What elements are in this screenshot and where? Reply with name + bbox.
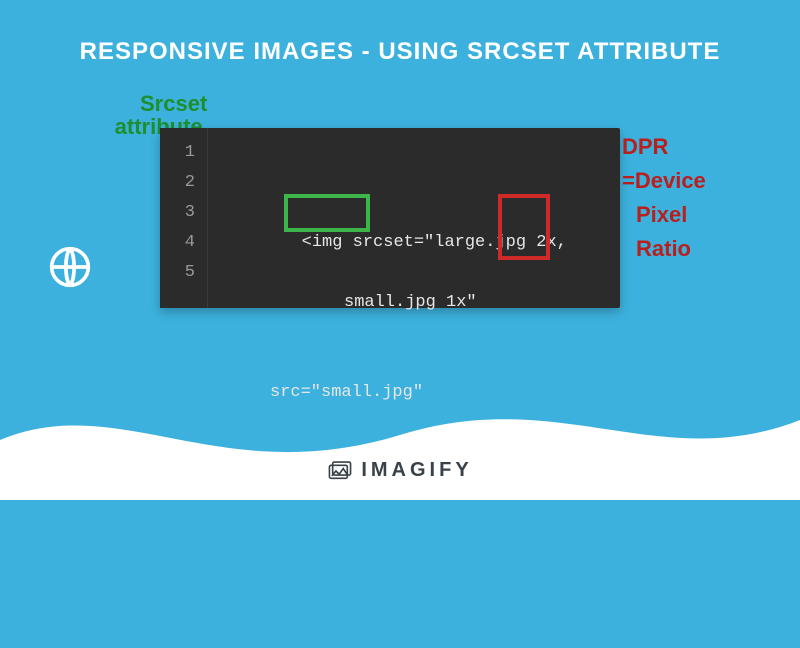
brand-footer: IMAGIFY	[0, 459, 800, 482]
code-line-5	[220, 558, 608, 588]
line-number: 2	[160, 168, 195, 198]
page-title: RESPONSIVE IMAGES - USING SRCSET ATTRIBU…	[0, 0, 800, 66]
bottom-wave	[0, 380, 800, 500]
dpr-label-line2: =Device	[622, 164, 706, 198]
code-line-2: small.jpg 1x"	[220, 288, 608, 318]
srcset-highlight-box	[284, 194, 370, 232]
dpr-label: DPR =Device Pixel Ratio	[622, 130, 706, 266]
dpr-label-line3: Pixel	[622, 198, 706, 232]
dpr-label-line4: Ratio	[622, 232, 706, 266]
line-gutter: 1 2 3 4 5	[160, 128, 208, 308]
line-number: 3	[160, 198, 195, 228]
line-number: 1	[160, 138, 195, 168]
code-area: <img srcset="large.jpg 2x, small.jpg 1x"…	[208, 128, 620, 308]
brand-logo-icon	[327, 461, 353, 481]
dpr-label-line1: DPR	[622, 130, 706, 164]
code-line-1: <img srcset="large.jpg 2x,	[220, 198, 608, 228]
srcset-label-line1: Srcset	[140, 92, 207, 115]
line-number: 5	[160, 258, 195, 288]
globe-icon	[48, 245, 92, 294]
line-number: 4	[160, 228, 195, 258]
code-text: <img srcset="large.jpg 2x,	[302, 233, 567, 252]
brand-name: IMAGIFY	[361, 459, 472, 482]
code-text: small.jpg 1x"	[344, 293, 477, 312]
code-editor: 1 2 3 4 5 <img srcset="large.jpg 2x, sma…	[160, 128, 620, 308]
